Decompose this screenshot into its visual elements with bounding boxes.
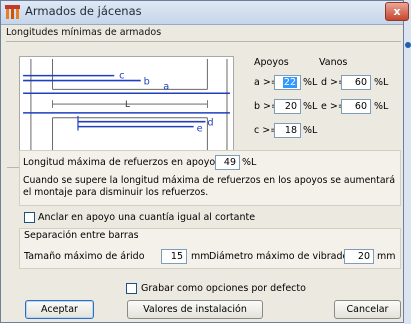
refuerzos-note: Cuando se supere la longitud máxima de r…: [23, 175, 396, 198]
label-l: L: [125, 100, 130, 110]
mins-group-title: Longitudes mínimas de armados: [6, 27, 162, 38]
vibrador-unit: mm: [377, 251, 396, 262]
dialog-window: Armados de jácenas Longitudes mínimas de…: [0, 0, 404, 323]
mins-group-separator: [6, 41, 401, 42]
c-input[interactable]: 18: [274, 123, 301, 138]
cancel-button[interactable]: Cancelar: [334, 300, 401, 319]
vibrador-label: Diámetro máximo de vibrador: [209, 251, 353, 262]
background-window-edge: [404, 0, 411, 324]
label-c: c: [119, 71, 124, 82]
label-a: a: [163, 81, 169, 92]
arido-input[interactable]: 15: [161, 249, 187, 264]
b-input[interactable]: 20: [274, 99, 301, 114]
refuerzos-unit: %L: [242, 157, 257, 168]
window-title: Armados de jácenas: [25, 4, 142, 18]
anclar-checkbox[interactable]: [24, 212, 35, 223]
label-d: d: [207, 118, 213, 129]
vanos-header: Vanos: [319, 57, 348, 68]
grabar-checkbox[interactable]: [126, 283, 137, 294]
arido-label: Tamaño máximo de árido: [24, 251, 145, 262]
vibrador-input[interactable]: 20: [344, 249, 374, 264]
app-icon: [5, 5, 20, 19]
install-values-button[interactable]: Valores de instalación: [127, 300, 263, 319]
label-b: b: [144, 76, 150, 87]
arido-unit: mm: [191, 251, 210, 262]
e-input[interactable]: 60: [341, 99, 371, 114]
refuerzos-label: Longitud máxima de refuerzos en apoyos: [23, 157, 221, 168]
d-unit: %L: [374, 77, 389, 88]
grabar-label[interactable]: Grabar como opciones por defecto: [141, 283, 306, 294]
a-unit: %L: [303, 77, 318, 88]
c-unit: %L: [303, 125, 318, 136]
accept-button[interactable]: Aceptar: [25, 300, 94, 319]
a-input[interactable]: 22: [274, 75, 301, 90]
apoyos-header: Apoyos: [254, 57, 289, 68]
close-button[interactable]: x: [385, 2, 409, 21]
background-indicator-dot: [405, 42, 411, 48]
e-unit: %L: [374, 101, 389, 112]
anclar-label[interactable]: Anclar en apoyo una cuantía igual al cor…: [38, 212, 255, 223]
refuerzos-input[interactable]: 49: [215, 155, 240, 170]
b-unit: %L: [303, 101, 318, 112]
separacion-title: Separación entre barras: [24, 230, 139, 241]
d-input[interactable]: 60: [341, 75, 371, 90]
label-e: e: [197, 124, 203, 135]
rebar-diagram: c b a L d e: [19, 56, 234, 158]
a-value: 22: [282, 77, 297, 88]
title-bar[interactable]: Armados de jácenas: [1, 1, 403, 25]
